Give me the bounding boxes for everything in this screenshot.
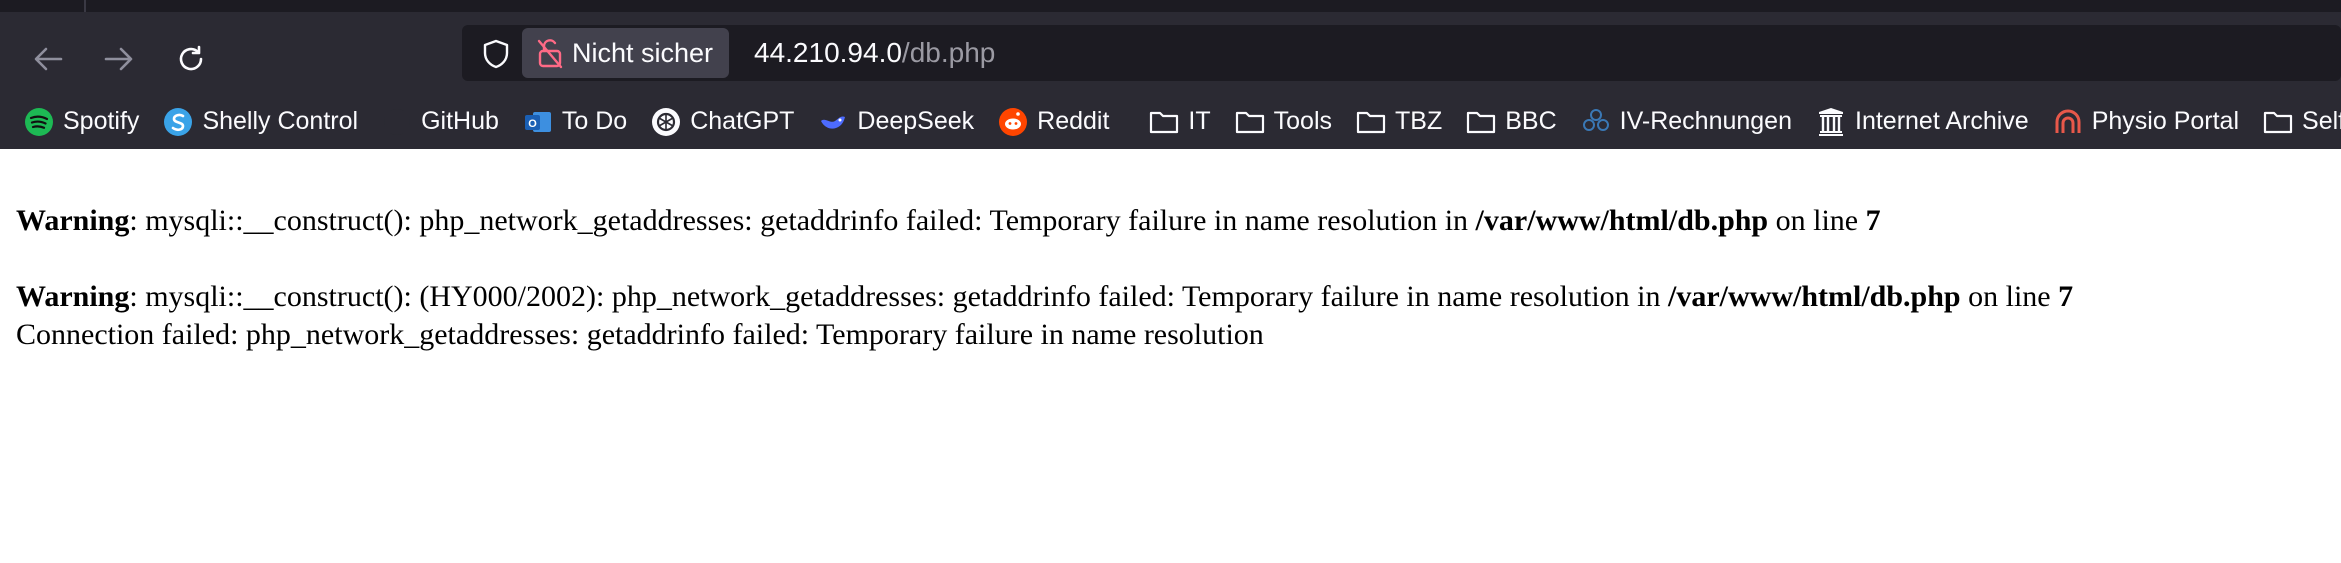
folder-icon	[2263, 107, 2293, 137]
bookmark-to-do[interactable]: O To Do	[523, 102, 627, 142]
bookmark-reddit[interactable]: Reddit	[998, 102, 1109, 142]
bookmark-label: ChatGPT	[690, 107, 795, 135]
bookmark-shelly-control[interactable]: Shelly Control	[163, 102, 358, 142]
reddit-icon	[998, 107, 1028, 137]
url-path: /db.php	[901, 37, 996, 68]
php-warning: Warning: mysqli::__construct(): php_netw…	[16, 204, 1881, 238]
bookmark-label: BBC	[1505, 107, 1557, 135]
url-text[interactable]: 44.210.94.0/db.php	[754, 37, 995, 69]
physio-icon	[2053, 107, 2083, 137]
bookmark-label: Spotify	[63, 107, 140, 135]
warning-on-line: on line	[1960, 280, 2059, 313]
bookmark-label: Shelly Control	[202, 107, 359, 135]
shield-icon[interactable]	[480, 38, 512, 70]
bookmarks-toolbar: Spotify Shelly Control GitHub O To Do Ch…	[0, 94, 2341, 149]
forward-button[interactable]	[93, 33, 145, 85]
reload-button[interactable]	[165, 33, 217, 85]
warning-on-line: on line	[1768, 204, 1866, 237]
bookmark-folder-it[interactable]: IT	[1149, 102, 1211, 142]
browser-chrome: Nicht sicher 44.210.94.0/db.php Spotify …	[0, 0, 2341, 149]
bookmark-label: IT	[1188, 107, 1211, 135]
bookmark-label: DeepSeek	[857, 107, 975, 135]
bookmark-label: GitHub	[421, 107, 499, 135]
reload-icon	[179, 45, 203, 71]
warning-message: : mysqli::__construct(): php_network_get…	[129, 204, 1476, 237]
bookmark-label: TBZ	[1395, 107, 1443, 135]
security-label: Nicht sicher	[572, 37, 714, 68]
bookmark-label: Internet Archive	[1855, 107, 2029, 135]
spotify-icon	[24, 107, 54, 137]
bookmark-iv-rechnungen[interactable]: IV-Rechnungen	[1581, 102, 1792, 142]
outlook-icon: O	[523, 107, 553, 137]
url-host: 44.210.94.0	[754, 37, 902, 68]
insecure-lock-icon	[537, 39, 563, 69]
arrow-left-icon	[34, 47, 63, 71]
bookmark-label: Physio Portal	[2091, 107, 2240, 135]
chatgpt-icon	[651, 107, 681, 137]
bookmark-internet-archive[interactable]: Internet Archive	[1816, 102, 2029, 142]
shelly-icon	[163, 107, 193, 137]
bookmark-folder-tbz[interactable]: TBZ	[1356, 102, 1442, 142]
security-indicator[interactable]: Nicht sicher	[522, 28, 730, 78]
bookmark-label: IV-Rechnungen	[1619, 107, 1792, 135]
folder-icon	[1149, 107, 1179, 137]
tab-strip	[0, 0, 2341, 12]
folder-icon	[1235, 107, 1265, 137]
folder-icon	[1466, 107, 1496, 137]
bookmark-folder-selfmade[interactable]: Selfmade	[2263, 102, 2341, 142]
back-button[interactable]	[22, 33, 74, 85]
warning-file: /var/www/html/db.php	[1475, 204, 1769, 237]
bookmark-label: To Do	[561, 107, 628, 135]
bookmark-label: Selfmade	[2302, 107, 2341, 135]
warning-line-number: 7	[1865, 204, 1881, 237]
arrow-right-icon	[104, 47, 133, 71]
github-icon	[382, 107, 412, 137]
deepseek-icon	[818, 107, 848, 137]
php-warning: Warning: mysqli::__construct(): (HY000/2…	[16, 280, 2073, 314]
navigation-toolbar: Nicht sicher 44.210.94.0/db.php	[0, 12, 2341, 94]
folder-icon	[1356, 107, 1386, 137]
bookmark-label: Tools	[1273, 107, 1333, 135]
warning-message: : mysqli::__construct(): (HY000/2002): p…	[129, 280, 1669, 313]
bookmark-spotify[interactable]: Spotify	[24, 102, 139, 142]
page-content: Warning: mysqli::__construct(): php_netw…	[0, 149, 2341, 563]
warning-label: Warning	[16, 204, 130, 237]
bookmark-folder-bbc[interactable]: BBC	[1466, 102, 1557, 142]
bookmark-deepseek[interactable]: DeepSeek	[818, 102, 974, 142]
connection-error: Connection failed: php_network_getaddres…	[16, 318, 1264, 351]
address-bar[interactable]: Nicht sicher 44.210.94.0/db.php	[462, 25, 2341, 81]
bookmark-physio-portal[interactable]: Physio Portal	[2053, 102, 2239, 142]
tab-separator	[84, 0, 86, 12]
bookmark-label: Reddit	[1037, 107, 1110, 135]
warning-file: /var/www/html/db.php	[1668, 280, 1961, 313]
bookmark-github[interactable]: GitHub	[382, 102, 499, 142]
iv-icon	[1581, 107, 1611, 137]
archive-icon	[1816, 107, 1846, 137]
svg-text:O: O	[528, 118, 537, 130]
bookmark-folder-tools[interactable]: Tools	[1235, 102, 1332, 142]
bookmark-chatgpt[interactable]: ChatGPT	[651, 102, 794, 142]
warning-label: Warning	[16, 280, 130, 313]
warning-line-number: 7	[2058, 280, 2074, 313]
